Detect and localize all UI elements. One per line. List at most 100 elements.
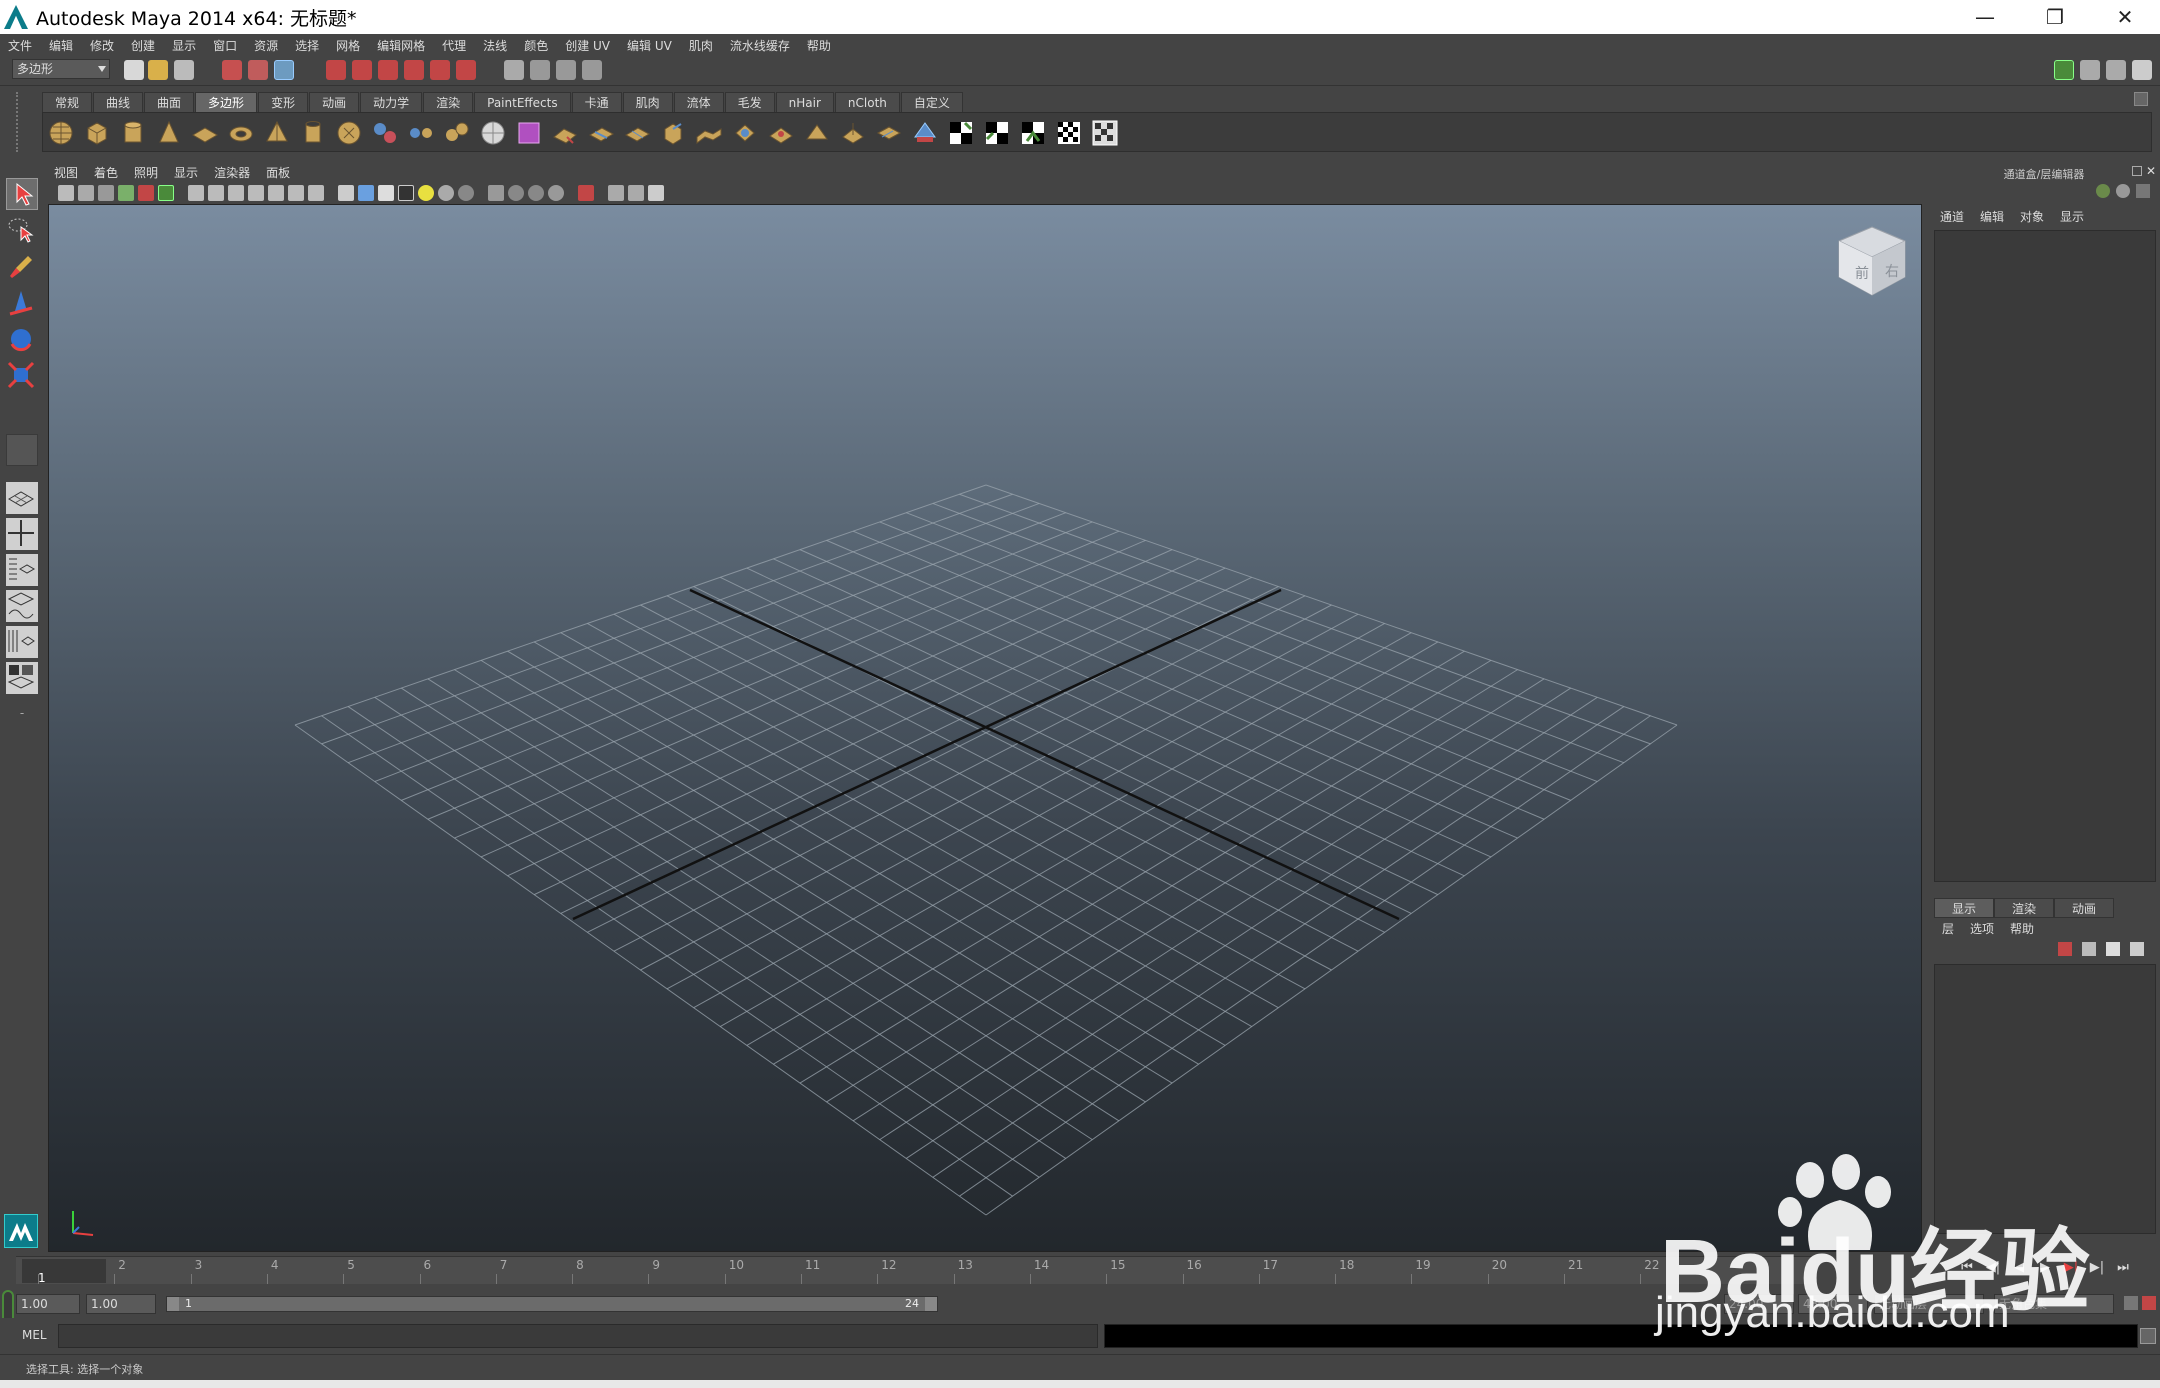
xray-icon[interactable]: [508, 185, 524, 201]
range-start-handle[interactable]: [167, 1297, 179, 1311]
view-cube-right-label[interactable]: 右: [1885, 264, 1899, 280]
select-object-icon[interactable]: [248, 60, 268, 80]
menu-pipeline-cache[interactable]: 流水线缓存: [730, 37, 790, 54]
select-hierarchy-icon[interactable]: [222, 60, 242, 80]
2d-pan-zoom-icon[interactable]: [138, 185, 154, 201]
menu-create-uvs[interactable]: 创建 UV: [565, 37, 610, 54]
float-panel-icon[interactable]: [2132, 166, 2142, 176]
rotate-tool-icon[interactable]: [6, 324, 38, 356]
new-scene-icon[interactable]: [124, 60, 144, 80]
xray-components-icon[interactable]: [548, 185, 564, 201]
highlight-selection-icon[interactable]: [578, 185, 594, 201]
current-time-marker[interactable]: [22, 1259, 106, 1283]
shelf-tab-nhair[interactable]: nHair: [775, 92, 834, 112]
save-scene-icon[interactable]: [174, 60, 194, 80]
duplicate-face-icon[interactable]: [875, 119, 903, 147]
render-view-icon[interactable]: [504, 60, 524, 80]
safe-title-icon[interactable]: [308, 185, 324, 201]
wireframe-icon[interactable]: [338, 185, 354, 201]
uv-texture-editor-icon[interactable]: [1091, 119, 1119, 147]
command-language-button[interactable]: MEL: [22, 1328, 47, 1342]
shelf-tab-fur[interactable]: 毛发: [724, 92, 775, 112]
append-polygon-icon[interactable]: [551, 119, 579, 147]
menu-file[interactable]: 文件: [8, 37, 32, 54]
layer-menu-help[interactable]: 帮助: [2010, 920, 2034, 937]
menu-mesh[interactable]: 网格: [336, 37, 360, 54]
menu-edit-mesh[interactable]: 编辑网格: [377, 37, 425, 54]
panel-menu-shading[interactable]: 着色: [94, 164, 118, 181]
single-perspective-layout-icon[interactable]: [6, 482, 38, 514]
cb-menu-edit[interactable]: 编辑: [1980, 208, 2004, 225]
menu-set-selector[interactable]: 多边形: [12, 59, 110, 79]
menu-color[interactable]: 颜色: [524, 37, 548, 54]
menu-modify[interactable]: 修改: [90, 37, 114, 54]
start-time-field[interactable]: 1.00: [16, 1294, 80, 1314]
shelf-tab-deformation[interactable]: 变形: [258, 92, 309, 112]
shelf-tab-polygons[interactable]: 多边形: [195, 92, 258, 112]
field-chart-icon[interactable]: [268, 185, 284, 201]
poly-plane-icon[interactable]: [191, 119, 219, 147]
xray-joints-icon[interactable]: [528, 185, 544, 201]
shelf-tab-ncloth[interactable]: nCloth: [834, 92, 900, 112]
menu-normals[interactable]: 法线: [483, 37, 507, 54]
shelf-tab-general[interactable]: 常规: [42, 92, 93, 112]
menu-select[interactable]: 选择: [295, 37, 319, 54]
shelf-tab-animation[interactable]: 动画: [309, 92, 360, 112]
snap-point-icon[interactable]: [378, 60, 398, 80]
wedge-icon[interactable]: [803, 119, 831, 147]
snap-curve-icon[interactable]: [352, 60, 372, 80]
attribute-editor-icon[interactable]: [2080, 60, 2100, 80]
smooth-icon[interactable]: [479, 119, 507, 147]
separate-icon[interactable]: [407, 119, 435, 147]
select-component-icon[interactable]: [274, 60, 294, 80]
isolate-select-icon[interactable]: [488, 185, 504, 201]
new-layer-selected-icon[interactable]: [2058, 942, 2072, 956]
poly-cube-icon[interactable]: [83, 119, 111, 147]
uv-checker-icon[interactable]: [1055, 119, 1083, 147]
bevel-icon[interactable]: [731, 119, 759, 147]
channel-box-area[interactable]: [1934, 230, 2156, 882]
time-slider-track[interactable]: 1 2 3 4 5 6 7 8 9 10 11 12 13 14 15 16 17 18 19 20 21 22: [16, 1256, 1816, 1285]
toggle-hud-icon[interactable]: [628, 185, 644, 201]
ipr-render-icon[interactable]: [556, 60, 576, 80]
cb-menu-channels[interactable]: 通道: [1940, 208, 1964, 225]
menu-display[interactable]: 显示: [172, 37, 196, 54]
menu-edit-uvs[interactable]: 编辑 UV: [627, 37, 672, 54]
perspective-viewport[interactable]: 前 右: [48, 204, 1922, 1252]
poly-pipe-icon[interactable]: [299, 119, 327, 147]
shelf-tab-custom[interactable]: 自定义: [900, 92, 963, 112]
menu-assets[interactable]: 资源: [254, 37, 278, 54]
planar-mapping-icon[interactable]: [911, 119, 939, 147]
menu-proxy[interactable]: 代理: [442, 37, 466, 54]
panel-menu-lighting[interactable]: 照明: [134, 164, 158, 181]
persp-outliner-layout-icon[interactable]: [6, 554, 38, 586]
shadows-icon[interactable]: [438, 185, 454, 201]
layer-tab-anim[interactable]: 动画: [2054, 898, 2114, 918]
safe-action-icon[interactable]: [288, 185, 304, 201]
extract-icon[interactable]: [443, 119, 471, 147]
close-panel-icon[interactable]: ✕: [2146, 164, 2156, 178]
render-settings-icon[interactable]: [582, 60, 602, 80]
select-camera-icon[interactable]: [58, 185, 74, 201]
gate-mask-icon[interactable]: [248, 185, 264, 201]
poly-cylinder-icon[interactable]: [119, 119, 147, 147]
open-scene-icon[interactable]: [148, 60, 168, 80]
four-view-layout-icon[interactable]: [6, 518, 38, 550]
camera-attributes-icon[interactable]: [78, 185, 94, 201]
shelf-tab-muscle[interactable]: 肌肉: [622, 92, 673, 112]
resolution-gate-icon[interactable]: [228, 185, 244, 201]
poly-cone-icon[interactable]: [155, 119, 183, 147]
shelf-tab-curves[interactable]: 曲线: [93, 92, 144, 112]
extrude-icon[interactable]: [659, 119, 687, 147]
snap-view-plane-icon[interactable]: [404, 60, 424, 80]
channel-box-toggle-icon[interactable]: [2132, 60, 2152, 80]
poke-icon[interactable]: [839, 119, 867, 147]
restore-button[interactable]: ❐: [2020, 0, 2090, 34]
shelf-tab-rendering[interactable]: 渲染: [423, 92, 474, 112]
panel-layout-icon[interactable]: [608, 185, 624, 201]
playback-start-field[interactable]: 1.00: [86, 1294, 156, 1314]
layer-tab-render[interactable]: 渲染: [1994, 898, 2054, 918]
wireframe-on-shaded-icon[interactable]: [378, 185, 394, 201]
panel-menu-panels[interactable]: 面板: [266, 164, 290, 181]
poly-torus-icon[interactable]: [227, 119, 255, 147]
